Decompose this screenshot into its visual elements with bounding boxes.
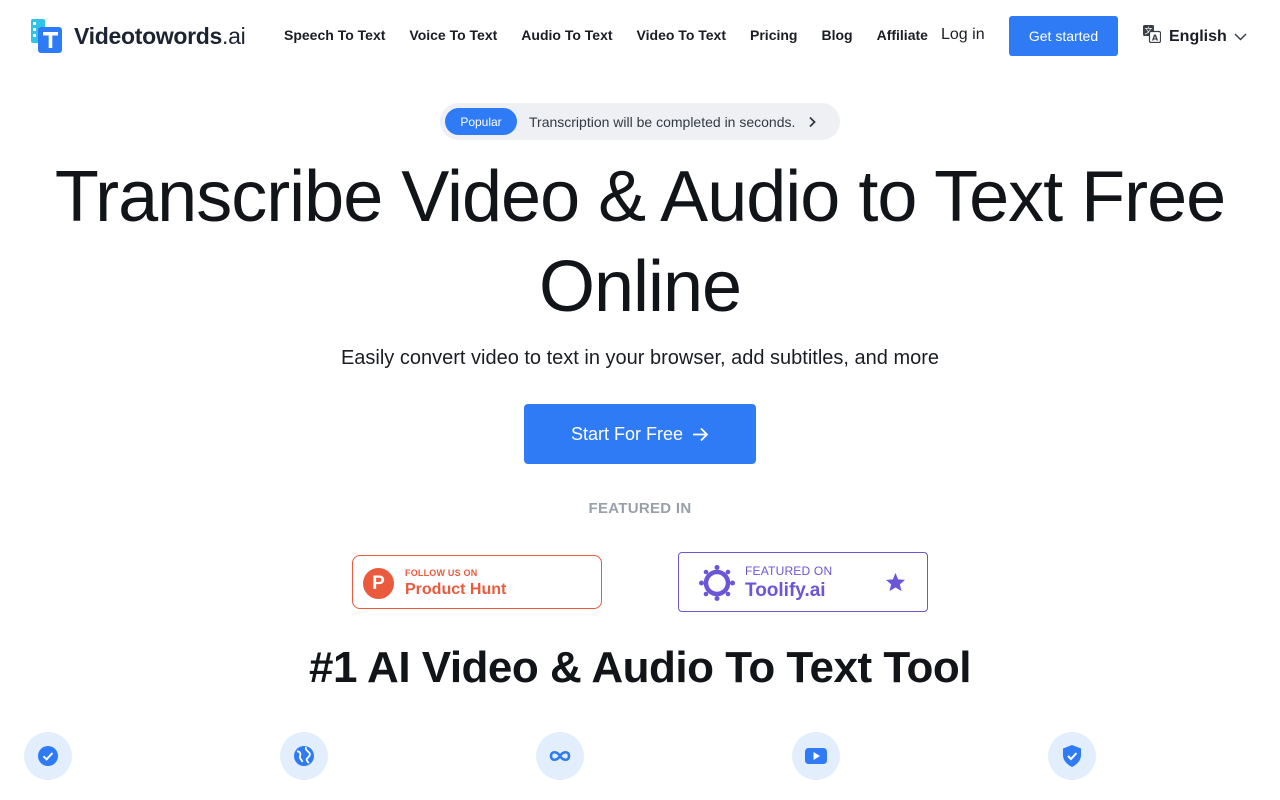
play-icon (792, 732, 840, 780)
nav-voice-to-text[interactable]: Voice To Text (409, 27, 497, 43)
logo-icon (31, 19, 63, 53)
site-header: Videotowords.ai Speech To Text Voice To … (0, 0, 1280, 72)
main-nav: Speech To Text Voice To Text Audio To Te… (284, 27, 928, 43)
logo-text: Videotowords.ai (74, 22, 246, 49)
language-label: English (1169, 27, 1227, 45)
product-hunt-name: Product Hunt (405, 581, 507, 598)
cta-label: Start For Free (570, 423, 684, 444)
product-hunt-caption: FOLLOW US ON (405, 568, 478, 578)
star-icon (885, 572, 906, 597)
svg-text:A: A (1152, 33, 1159, 42)
logo-link[interactable]: Videotowords.ai (31, 19, 246, 53)
announcement-text: Transcription will be completed in secon… (529, 114, 796, 130)
section-title: #1 AI Video & Audio To Text Tool (309, 643, 971, 692)
toolify-badge[interactable]: FEATURED ON Toolify.ai (678, 552, 928, 612)
toolify-caption: FEATURED ON (745, 564, 833, 578)
start-for-free-button[interactable]: Start For Free (524, 404, 756, 464)
check-badge-icon (24, 732, 72, 780)
featured-in-label: FEATURED IN (588, 500, 692, 517)
announcement-pill[interactable]: Popular Transcription will be completed … (440, 103, 840, 140)
chevron-down-icon (1234, 28, 1247, 46)
toolify-icon (699, 565, 735, 606)
nav-affiliate[interactable]: Affiliate (877, 27, 928, 43)
globe-icon (280, 732, 328, 780)
product-hunt-badge[interactable]: P FOLLOW US ON Product Hunt (352, 555, 602, 609)
toolify-name: Toolify.ai (745, 580, 826, 601)
hero-title: Transcribe Video & Audio to Text Free On… (54, 157, 1226, 327)
translate-icon: 文 A (1143, 25, 1162, 48)
nav-blog[interactable]: Blog (821, 27, 852, 43)
language-selector[interactable]: 文 A English (1143, 25, 1247, 48)
shield-check-icon (1048, 732, 1096, 780)
login-link[interactable]: Log in (941, 26, 985, 44)
nav-speech-to-text[interactable]: Speech To Text (284, 27, 385, 43)
infinity-icon (536, 732, 584, 780)
nav-video-to-text[interactable]: Video To Text (637, 27, 726, 43)
nav-pricing[interactable]: Pricing (750, 27, 797, 43)
arrow-right-icon (693, 427, 709, 441)
get-started-button[interactable]: Get started (1009, 16, 1118, 56)
hero-subtitle: Easily convert video to text in your bro… (340, 347, 940, 369)
popular-badge: Popular (445, 108, 517, 135)
nav-audio-to-text[interactable]: Audio To Text (521, 27, 612, 43)
product-hunt-icon: P (363, 568, 394, 599)
chevron-right-icon (808, 115, 816, 133)
